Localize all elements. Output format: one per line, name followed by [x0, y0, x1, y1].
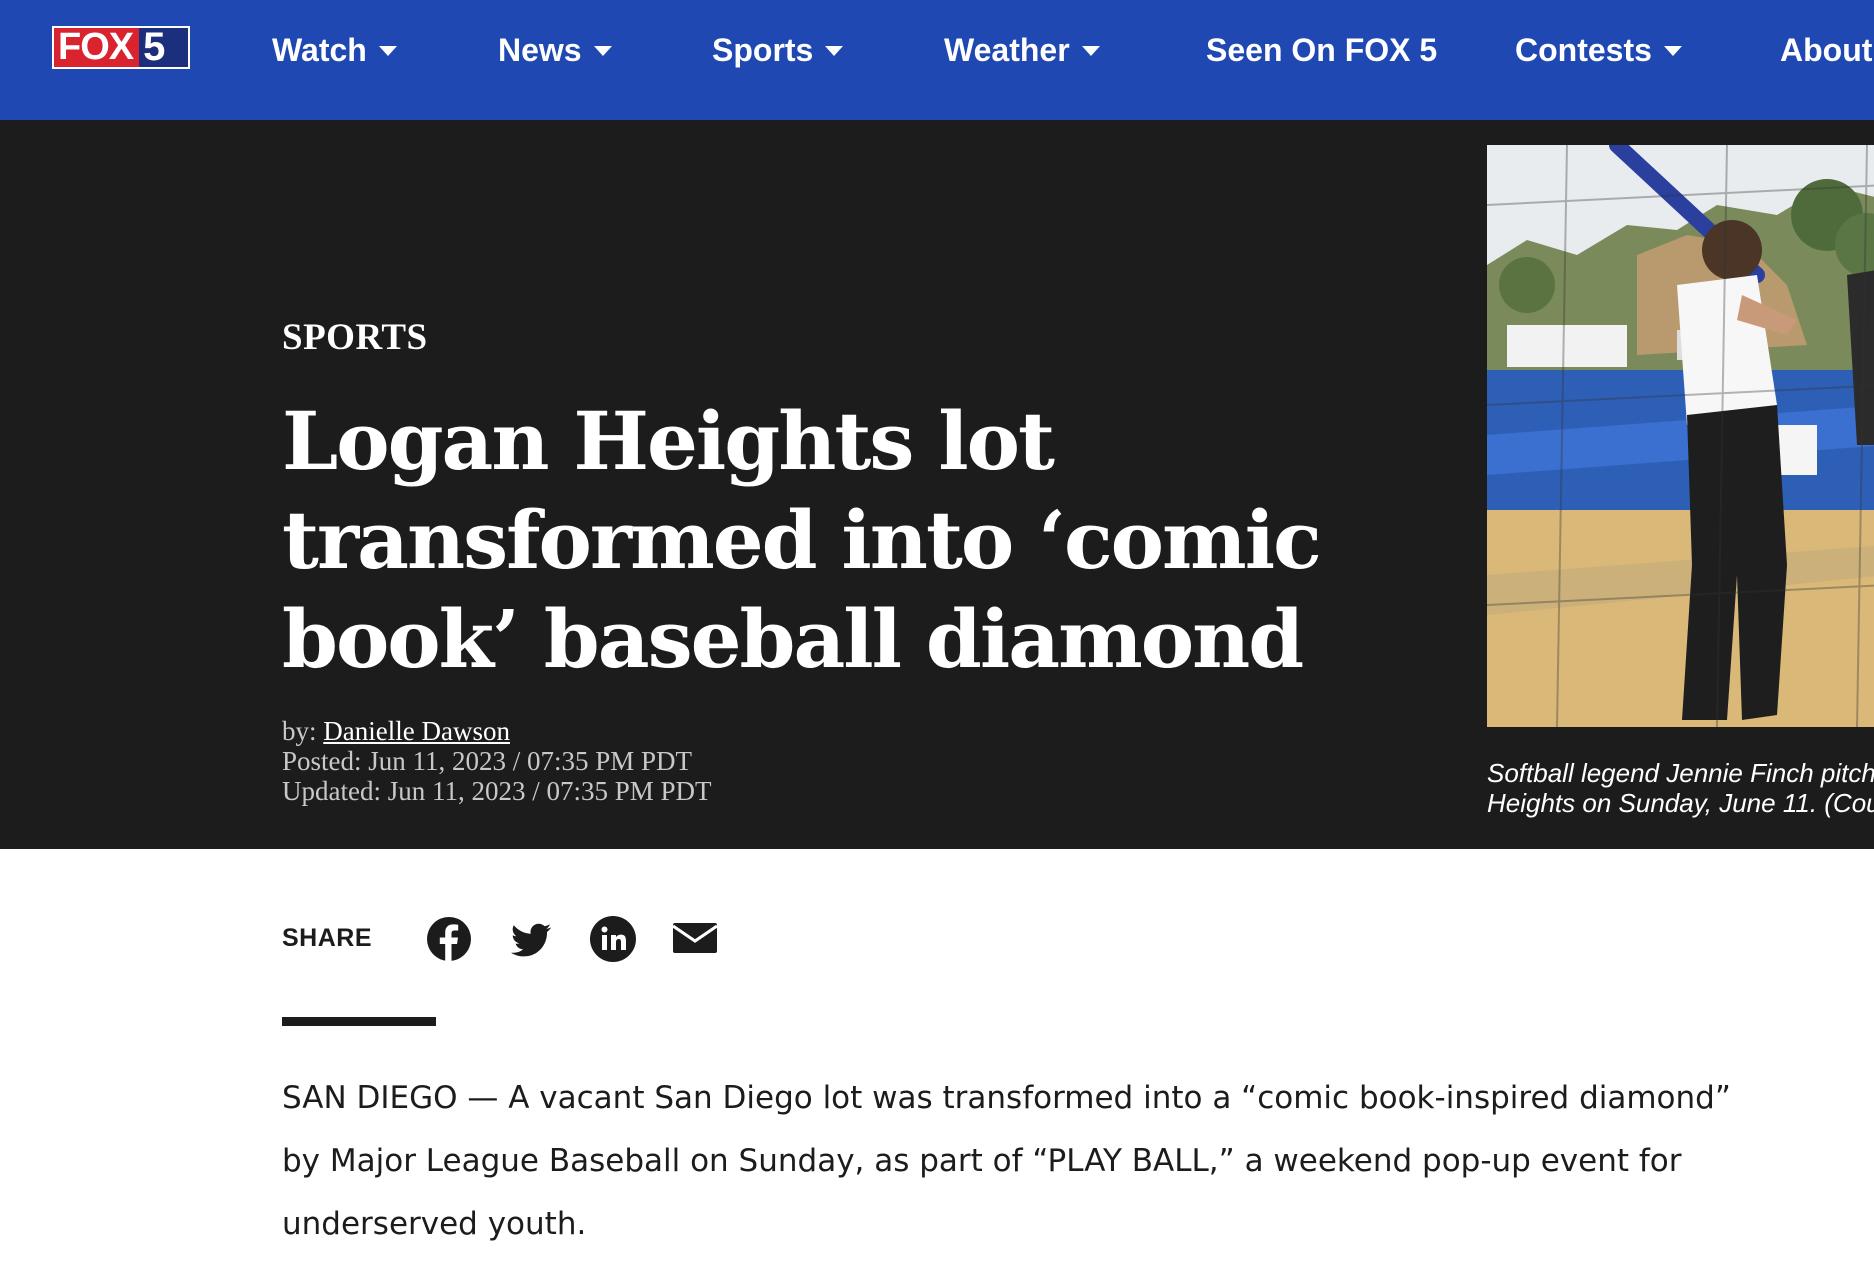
article-hero: SPORTS Logan Heights lot transformed int… [0, 120, 1874, 849]
twitter-icon[interactable] [507, 915, 555, 963]
article-category[interactable]: SPORTS [282, 316, 428, 359]
nav-item-weather[interactable]: Weather [944, 28, 1100, 72]
linkedin-icon[interactable] [589, 915, 637, 963]
posted-date: Posted: Jun 11, 2023 / 07:35 PM PDT [282, 746, 693, 776]
nav-item-label: Contests [1515, 32, 1652, 68]
article-body-paragraph: SAN DIEGO — A vacant San Diego lot was t… [282, 1080, 1731, 1242]
nav-item-watch[interactable]: Watch [272, 28, 397, 72]
image-caption-line: Softball legend Jennie Finch pitchi [1487, 758, 1874, 788]
article-meta: by: Danielle Dawson Posted: Jun 11, 2023… [282, 716, 712, 806]
author-link[interactable]: Danielle Dawson [323, 716, 510, 746]
chevron-down-icon [1081, 45, 1100, 56]
share-label: SHARE [282, 924, 373, 952]
image-caption-line: Heights on Sunday, June 11. (Court [1487, 788, 1874, 818]
chevron-down-icon [1663, 45, 1682, 56]
email-icon[interactable] [671, 915, 719, 963]
fox5-logo[interactable]: FOX 5 [52, 26, 190, 69]
updated-date: Updated: Jun 11, 2023 / 07:35 PM PDT [282, 776, 712, 806]
nav-item-about[interactable]: About [1780, 28, 1872, 72]
chevron-down-icon [378, 45, 397, 56]
lead-image-illustration [1487, 145, 1874, 727]
image-caption: Softball legend Jennie Finch pitchi Heig… [1487, 758, 1874, 818]
nav-item-seen-on-fox5[interactable]: Seen On FOX 5 [1206, 28, 1437, 72]
nav-item-label: Seen On FOX 5 [1206, 32, 1438, 68]
top-navigation: FOX 5 Watch News Sports Weather Seen On … [0, 0, 1874, 120]
byline: by: Danielle Dawson [282, 716, 712, 746]
nav-item-label: Sports [712, 32, 814, 68]
logo-number-text: 5 [143, 25, 166, 69]
nav-item-label: News [498, 32, 582, 68]
article-lead-image[interactable] [1487, 145, 1874, 727]
nav-item-label: Weather [944, 32, 1070, 68]
byline-prefix: by: [282, 716, 317, 746]
nav-item-contests[interactable]: Contests [1515, 28, 1682, 72]
chevron-down-icon [825, 45, 844, 56]
chevron-down-icon [593, 45, 612, 56]
nav-item-label: About [1780, 32, 1873, 68]
section-divider [282, 1017, 436, 1026]
logo-fox-text: FOX [54, 28, 140, 67]
facebook-icon[interactable] [425, 915, 473, 963]
nav-item-sports[interactable]: Sports [712, 28, 844, 72]
nav-item-label: Watch [272, 32, 367, 68]
nav-item-news[interactable]: News [498, 28, 612, 72]
article-headline: Logan Heights lot transformed into ‘comi… [282, 394, 1322, 686]
